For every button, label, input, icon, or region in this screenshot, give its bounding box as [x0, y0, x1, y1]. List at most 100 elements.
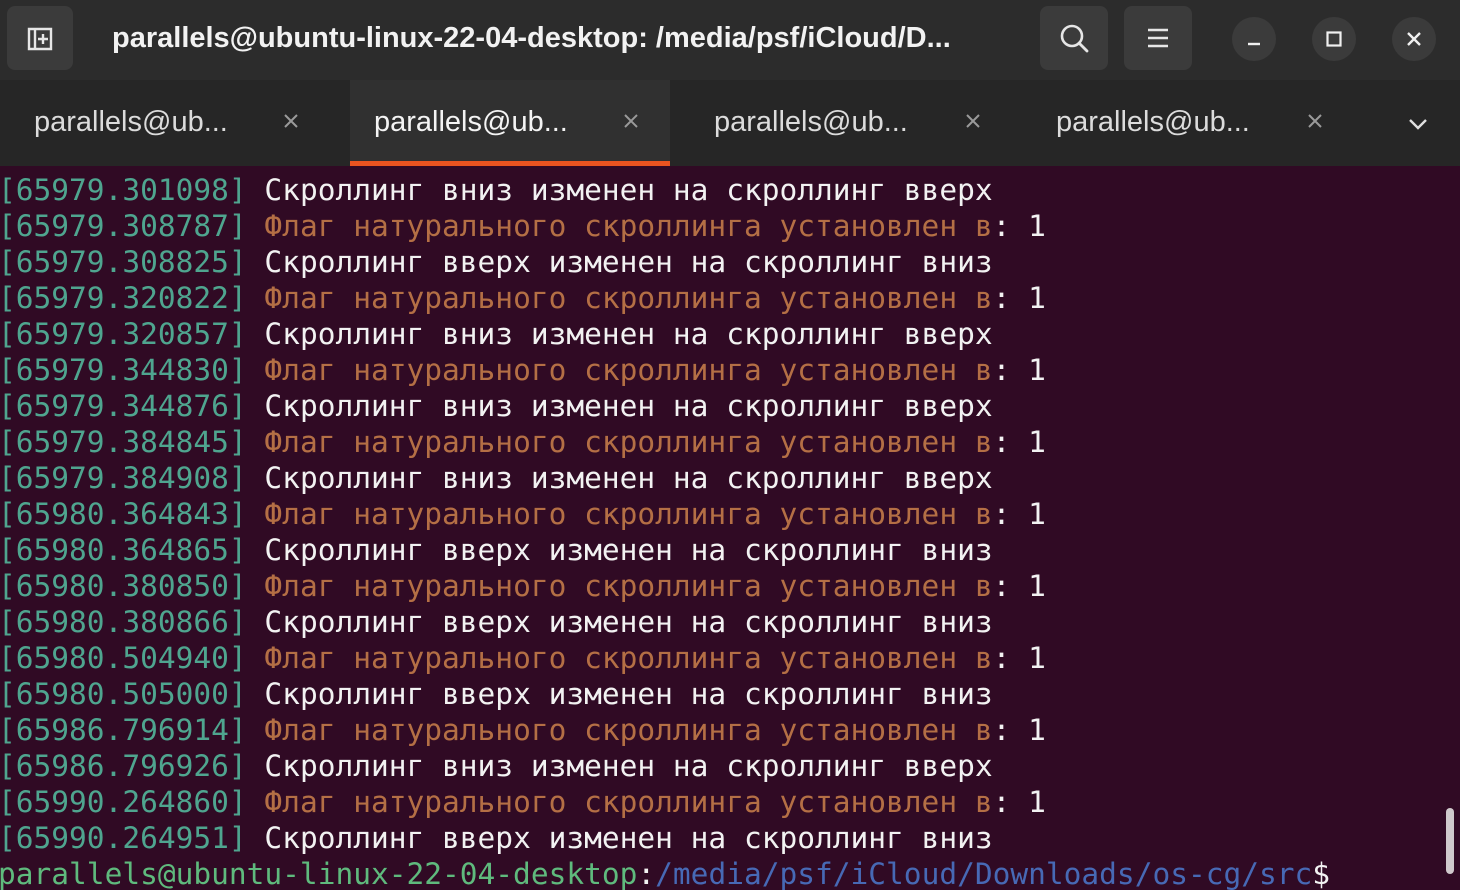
terminal-line: [65980.504940] Флаг натурального скролли…: [0, 634, 1440, 675]
close-icon: [284, 114, 298, 128]
terminal-window: parallels@ubuntu-linux-22-04-desktop: /m…: [0, 0, 1460, 890]
log-timestamp: [65979.308825]: [0, 245, 247, 279]
log-message: Скроллинг вниз изменен на скроллинг ввер…: [246, 461, 993, 495]
tab-bar: parallels@ub... parallels@ub... parallel…: [0, 80, 1460, 166]
terminal-line: [65979.384845] Флаг натурального скролли…: [0, 418, 1440, 459]
terminal-output[interactable]: [65979.301098] Скроллинг вниз изменен на…: [0, 166, 1440, 890]
tab-label: parallels@ub...: [1056, 106, 1250, 138]
minimize-icon: [1248, 42, 1260, 46]
tab-close-button[interactable]: [614, 104, 648, 138]
tab-4[interactable]: parallels@ub...: [1032, 80, 1362, 166]
close-icon: [624, 114, 638, 128]
terminal-line: [65980.380850] Флаг натурального скролли…: [0, 562, 1440, 603]
log-message: Скроллинг вниз изменен на скроллинг ввер…: [246, 749, 993, 783]
log-message: Скроллинг вверх изменен на скроллинг вни…: [246, 821, 993, 855]
log-timestamp: [65980.380850]: [0, 569, 247, 603]
terminal-line: [65979.344876] Скроллинг вниз изменен на…: [0, 382, 1440, 423]
tab-label: parallels@ub...: [714, 106, 908, 138]
tab-3[interactable]: parallels@ub...: [690, 80, 1020, 166]
log-timestamp: [65980.504940]: [0, 641, 247, 675]
log-value: : 1: [992, 497, 1046, 531]
terminal-scrollbar[interactable]: [1440, 166, 1460, 890]
tab-close-button[interactable]: [956, 104, 990, 138]
log-timestamp: [65979.308787]: [0, 209, 247, 243]
terminal-line: [65980.505000] Скроллинг вверх изменен н…: [0, 670, 1440, 711]
log-value: : 1: [992, 713, 1046, 747]
prompt-symbol: $: [1312, 857, 1331, 890]
tab-close-button[interactable]: [1298, 104, 1332, 138]
log-message: Флаг натурального скроллинга установлен …: [246, 353, 993, 387]
tab-2[interactable]: parallels@ub...: [350, 80, 670, 166]
log-message: Скроллинг вниз изменен на скроллинг ввер…: [246, 317, 993, 351]
log-message: Флаг натурального скроллинга установлен …: [246, 425, 993, 459]
log-message: Скроллинг вверх изменен на скроллинг вни…: [246, 677, 993, 711]
log-timestamp: [65979.384845]: [0, 425, 247, 459]
tab-close-button[interactable]: [274, 104, 308, 138]
log-value: : 1: [992, 281, 1046, 315]
terminal-line: [65979.308787] Флаг натурального скролли…: [0, 202, 1440, 243]
terminal-line: [65980.364843] Флаг натурального скролли…: [0, 490, 1440, 531]
log-timestamp: [65986.796926]: [0, 749, 247, 783]
search-icon: [1060, 24, 1089, 53]
log-timestamp: [65980.505000]: [0, 677, 247, 711]
chevron-down-icon: [1409, 119, 1427, 130]
log-message: Флаг натурального скроллинга установлен …: [246, 785, 993, 819]
log-timestamp: [65980.364843]: [0, 497, 247, 531]
shell-prompt[interactable]: parallels@ubuntu-linux-22-04-desktop:/me…: [0, 850, 1440, 890]
header-bar: parallels@ubuntu-linux-22-04-desktop: /m…: [0, 0, 1460, 80]
terminal-line: [65979.301098] Скроллинг вниз изменен на…: [0, 166, 1440, 207]
terminal-line: [65990.264951] Скроллинг вверх изменен н…: [0, 814, 1440, 855]
menu-button[interactable]: [1124, 6, 1192, 70]
log-value: : 1: [992, 569, 1046, 603]
log-timestamp: [65979.344830]: [0, 353, 247, 387]
terminal-line: [65980.364865] Скроллинг вверх изменен н…: [0, 526, 1440, 567]
log-timestamp: [65990.264860]: [0, 785, 247, 819]
close-window-button[interactable]: [1392, 17, 1436, 61]
maximize-button[interactable]: [1312, 17, 1356, 61]
log-timestamp: [65979.320857]: [0, 317, 247, 351]
terminal-line: [65990.264860] Флаг натурального скролли…: [0, 778, 1440, 819]
log-timestamp: [65990.264951]: [0, 821, 247, 855]
window-title: parallels@ubuntu-linux-22-04-desktop: /m…: [112, 22, 951, 54]
log-message: Скроллинг вверх изменен на скроллинг вни…: [246, 533, 993, 567]
tabs-overflow-button[interactable]: [1396, 104, 1440, 144]
log-message: Скроллинг вверх изменен на скроллинг вни…: [246, 605, 993, 639]
new-tab-button[interactable]: [7, 6, 73, 70]
log-timestamp: [65979.320822]: [0, 281, 247, 315]
close-icon: [966, 114, 980, 128]
prompt-separator: :: [637, 857, 656, 890]
log-timestamp: [65986.796914]: [0, 713, 247, 747]
terminal-line: [65979.344830] Флаг натурального скролли…: [0, 346, 1440, 387]
log-timestamp: [65980.380866]: [0, 605, 247, 639]
hamburger-menu-icon: [1148, 28, 1168, 48]
terminal-line: [65979.320822] Флаг натурального скролли…: [0, 274, 1440, 315]
terminal-line: [65979.384908] Скроллинг вниз изменен на…: [0, 454, 1440, 495]
log-value: : 1: [992, 425, 1046, 459]
new-tab-icon: [27, 27, 53, 51]
terminal-line: [65986.796926] Скроллинг вниз изменен на…: [0, 742, 1440, 783]
log-value: : 1: [992, 641, 1046, 675]
scrollbar-thumb[interactable]: [1446, 808, 1454, 874]
prompt-path: /media/psf/iCloud/Downloads/os-cg/src: [655, 857, 1313, 890]
terminal-line: [65979.308825] Скроллинг вверх изменен н…: [0, 238, 1440, 279]
close-icon: [1407, 32, 1421, 46]
terminal-line: [65986.796914] Флаг натурального скролли…: [0, 706, 1440, 747]
log-timestamp: [65979.384908]: [0, 461, 247, 495]
log-message: Флаг натурального скроллинга установлен …: [246, 569, 993, 603]
log-timestamp: [65979.344876]: [0, 389, 247, 423]
terminal-line: [65979.320857] Скроллинг вниз изменен на…: [0, 310, 1440, 351]
log-value: : 1: [992, 353, 1046, 387]
log-value: : 1: [992, 209, 1046, 243]
log-message: Флаг натурального скроллинга установлен …: [246, 497, 993, 531]
log-timestamp: [65979.301098]: [0, 173, 247, 207]
log-message: Флаг натурального скроллинга установлен …: [246, 209, 993, 243]
maximize-icon: [1326, 31, 1342, 47]
search-button[interactable]: [1040, 6, 1108, 70]
tab-label: parallels@ub...: [34, 106, 228, 138]
log-message: Скроллинг вниз изменен на скроллинг ввер…: [246, 389, 993, 423]
tab-1[interactable]: parallels@ub...: [10, 80, 340, 166]
minimize-button[interactable]: [1232, 17, 1276, 61]
log-message: Флаг натурального скроллинга установлен …: [246, 281, 993, 315]
log-timestamp: [65980.364865]: [0, 533, 247, 567]
log-message: Скроллинг вниз изменен на скроллинг ввер…: [246, 173, 993, 207]
